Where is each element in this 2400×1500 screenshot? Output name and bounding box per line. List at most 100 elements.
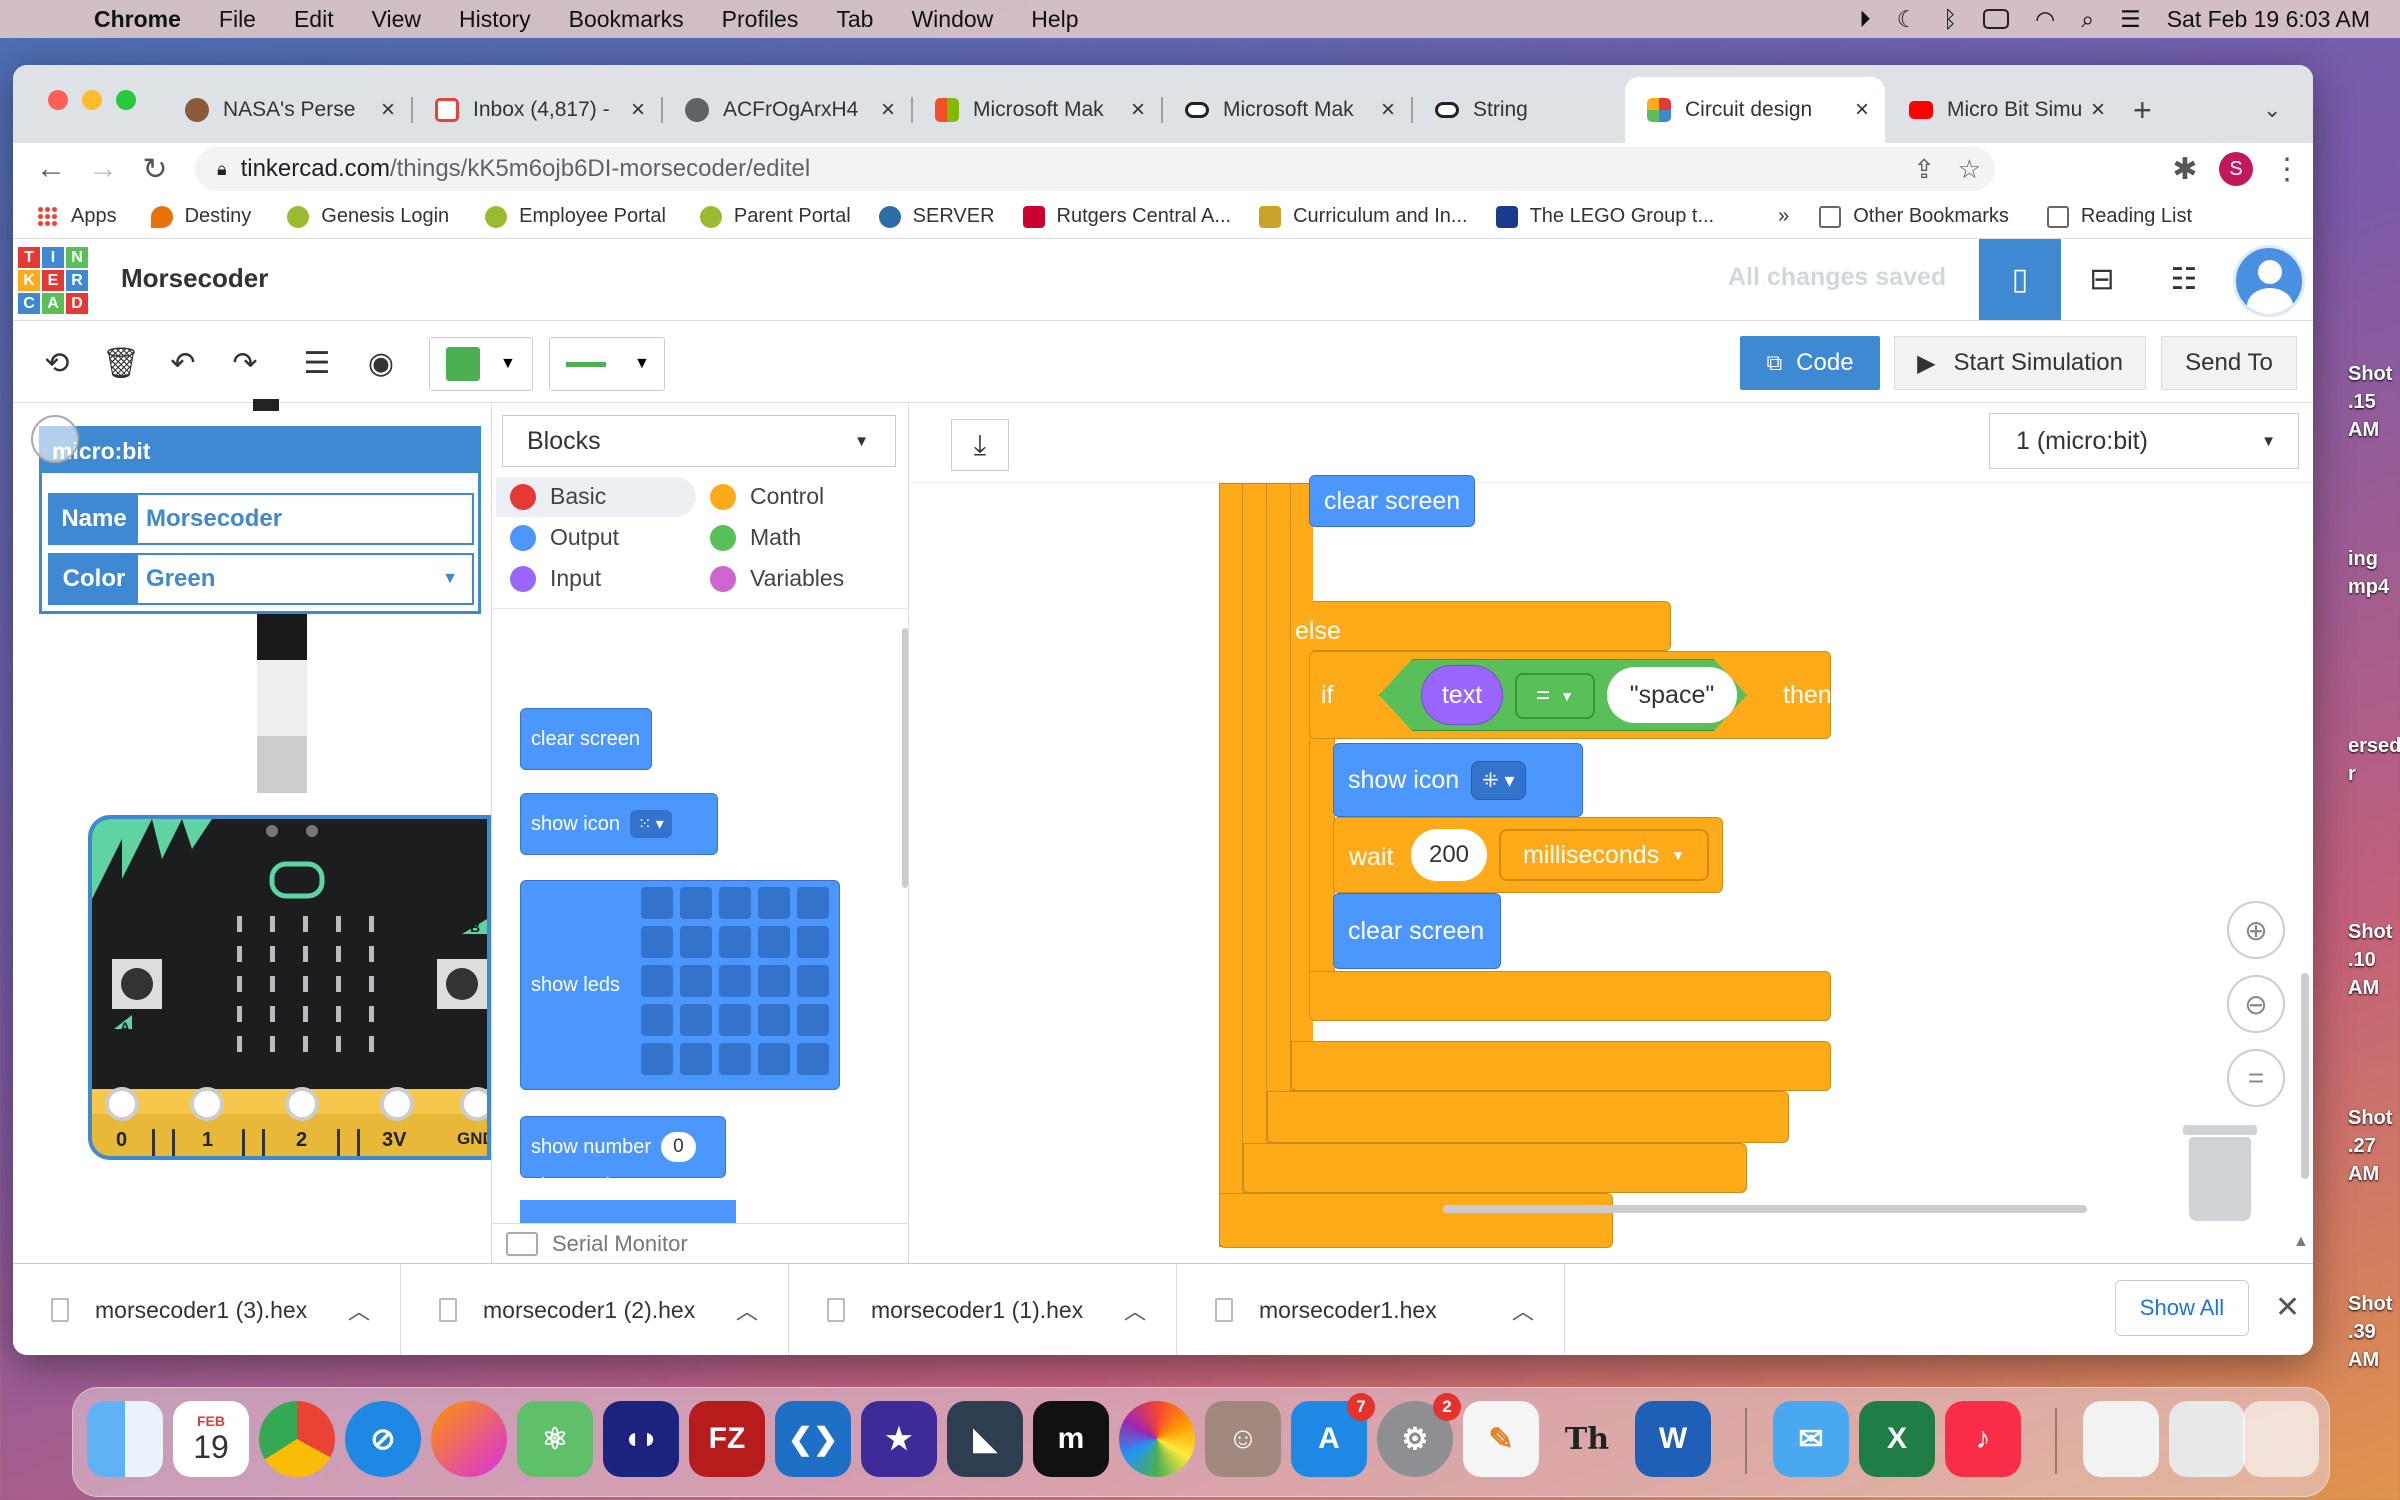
trash-icon[interactable]: [2189, 1137, 2251, 1221]
palette-show-icon-block[interactable]: show icon ⁙ ▾: [520, 793, 718, 855]
tab-makecode-2[interactable]: Microsoft Mak ×: [1163, 77, 1411, 143]
extensions-icon[interactable]: ✱: [2159, 152, 2211, 187]
bookmark-apps[interactable]: Apps: [37, 205, 117, 228]
search-icon[interactable]: ⌕: [2081, 6, 2094, 33]
circuit-view-icon[interactable]: ▯: [1979, 239, 2061, 320]
category-input[interactable]: Input: [510, 565, 601, 592]
menu-view[interactable]: View: [372, 6, 421, 33]
downloads-stack-icon[interactable]: [2169, 1401, 2245, 1477]
redo-icon[interactable]: ↷: [223, 341, 267, 385]
visibility-icon[interactable]: ◉: [359, 341, 403, 385]
minimize-window-button[interactable]: [82, 90, 102, 110]
wire-type-picker[interactable]: ▼: [549, 337, 665, 391]
bookmark-curriculum[interactable]: Curriculum and In...: [1259, 205, 1468, 228]
bluetooth-icon[interactable]: ᛒ: [1943, 6, 1957, 33]
menu-file[interactable]: File: [219, 6, 256, 33]
download-code-icon[interactable]: ⤓: [951, 419, 1009, 471]
menu-help[interactable]: Help: [1031, 6, 1078, 33]
chevron-up-icon[interactable]: ︿: [1512, 1294, 1534, 1326]
rotate-icon[interactable]: ⟲: [35, 341, 79, 385]
outer-block-spine[interactable]: [1219, 483, 1243, 1247]
category-control[interactable]: Control: [710, 483, 824, 510]
circuit-workspace[interactable]: micro:bit Name Morsecoder Color Green▼: [13, 399, 491, 1263]
name-field[interactable]: Name Morsecoder: [48, 493, 474, 545]
wait-unit-dropdown[interactable]: milliseconds ▼: [1499, 829, 1709, 881]
bookmark-server[interactable]: SERVER: [878, 205, 995, 228]
chrome-dock-icon[interactable]: [259, 1401, 335, 1477]
imovie-icon[interactable]: ★: [861, 1401, 937, 1477]
pin-label-2[interactable]: 2: [296, 1129, 307, 1152]
close-tab-icon[interactable]: ×: [873, 96, 903, 124]
nested-block-spine[interactable]: [1267, 483, 1291, 1143]
atom-icon[interactable]: ⚛: [517, 1401, 593, 1477]
clear-screen-block-top[interactable]: clear screen: [1309, 475, 1475, 527]
blocks-mode-dropdown[interactable]: Blocks ▼: [502, 415, 896, 467]
chevron-up-icon[interactable]: ︿: [348, 1294, 370, 1326]
tab-acfr[interactable]: ACFrOgArxH4 ×: [663, 77, 911, 143]
tab-inbox[interactable]: Inbox (4,817) - ×: [413, 77, 661, 143]
show-all-downloads-button[interactable]: Show All: [2115, 1280, 2249, 1336]
chevron-up-icon[interactable]: ︿: [1124, 1294, 1146, 1326]
download-item[interactable]: morsecoder1.hex ︿: [1177, 1264, 1565, 1355]
battery-icon[interactable]: [1983, 9, 2010, 29]
calendar-icon[interactable]: FEB 19: [173, 1401, 249, 1477]
download-item[interactable]: morsecoder1 (2).hex ︿: [401, 1264, 789, 1355]
lego-mindstorms-icon[interactable]: m: [1033, 1401, 1109, 1477]
palette-show-number-block[interactable]: show number 0: [520, 1116, 726, 1178]
tab-string[interactable]: String ×: [1413, 77, 1661, 143]
if-block-end[interactable]: [1309, 971, 1831, 1021]
app-store-icon[interactable]: A7: [1291, 1393, 1375, 1477]
color-select[interactable]: Green ▼: [138, 555, 472, 603]
pin-label-gnd[interactable]: GND: [457, 1129, 487, 1149]
profile-avatar[interactable]: S: [2219, 152, 2253, 186]
mysql-workbench-icon[interactable]: ◣: [947, 1401, 1023, 1477]
chevron-up-icon[interactable]: ︿: [736, 1294, 758, 1326]
desktop-file-label[interactable]: ersed r: [2348, 732, 2400, 788]
music-icon[interactable]: ♪: [1945, 1401, 2021, 1477]
palette-clear-screen-block[interactable]: clear screen: [520, 708, 652, 770]
horizontal-scrollbar[interactable]: [1443, 1205, 2087, 1213]
tab-microbit-sim[interactable]: Micro Bit Simu ×: [1887, 77, 2121, 143]
outer-block-end[interactable]: [1219, 1193, 1613, 1248]
desktop-file-label[interactable]: ing mp4: [2348, 545, 2400, 601]
start-simulation-button[interactable]: ▶ Start Simulation: [1894, 336, 2146, 390]
back-icon[interactable]: ←: [25, 152, 77, 186]
excel-icon[interactable]: X: [1859, 1401, 1935, 1477]
control-center-icon[interactable]: ☰: [2120, 6, 2141, 33]
close-tab-icon[interactable]: ×: [1847, 96, 1877, 124]
zoom-out-icon[interactable]: ⊖: [2227, 975, 2285, 1033]
play-status-icon[interactable]: ⏵: [1859, 6, 1871, 33]
desktop-file-label[interactable]: Shot .10 AM: [2348, 918, 2400, 1002]
undo-icon[interactable]: ↶: [161, 341, 205, 385]
zoom-window-button[interactable]: [116, 90, 136, 110]
tab-search-icon[interactable]: ⌄: [2263, 77, 2281, 143]
component-list-icon[interactable]: ☷: [2143, 239, 2225, 320]
bookmark-star-icon[interactable]: ☆: [1958, 154, 1981, 185]
serial-expand-icon[interactable]: ▲: [2293, 1233, 2309, 1251]
send-to-button[interactable]: Send To: [2161, 336, 2297, 390]
bookmark-genesis[interactable]: Genesis Login: [287, 205, 449, 228]
device-select[interactable]: 1 (micro:bit) ▼: [1989, 413, 2299, 469]
if-else-end[interactable]: [1291, 1041, 1831, 1091]
zoom-in-icon[interactable]: ⊕: [2227, 901, 2285, 959]
nested-block-spine[interactable]: [1243, 483, 1267, 1193]
document-icon[interactable]: [2083, 1401, 2159, 1477]
menubar-clock[interactable]: Sat Feb 19 6:03 AM: [2167, 6, 2370, 33]
menu-history[interactable]: History: [459, 6, 531, 33]
string-literal[interactable]: "space": [1607, 667, 1737, 723]
palette-show-leds-block[interactable]: show leds: [520, 880, 840, 1090]
contacts-icon[interactable]: ☺: [1205, 1401, 1281, 1477]
safari-icon[interactable]: ⊘: [345, 1401, 421, 1477]
vertical-scrollbar[interactable]: [2301, 973, 2309, 1179]
close-window-button[interactable]: [48, 90, 68, 110]
finder-icon[interactable]: [87, 1401, 163, 1477]
desktop-file-label[interactable]: Shot .27 AM: [2348, 1104, 2400, 1188]
pin-label-3v[interactable]: 3V: [382, 1129, 406, 1152]
icon-picker[interactable]: ⁙ ▾: [629, 810, 672, 838]
else-row[interactable]: [1291, 601, 1671, 651]
show-icon-block[interactable]: show icon ⁜ ▾: [1333, 743, 1583, 817]
moon-icon[interactable]: ☾: [1897, 6, 1918, 33]
palette-show-string-row[interactable]: [520, 1200, 736, 1224]
notes-icon[interactable]: ☰: [295, 341, 339, 385]
name-input[interactable]: Morsecoder: [138, 495, 472, 543]
